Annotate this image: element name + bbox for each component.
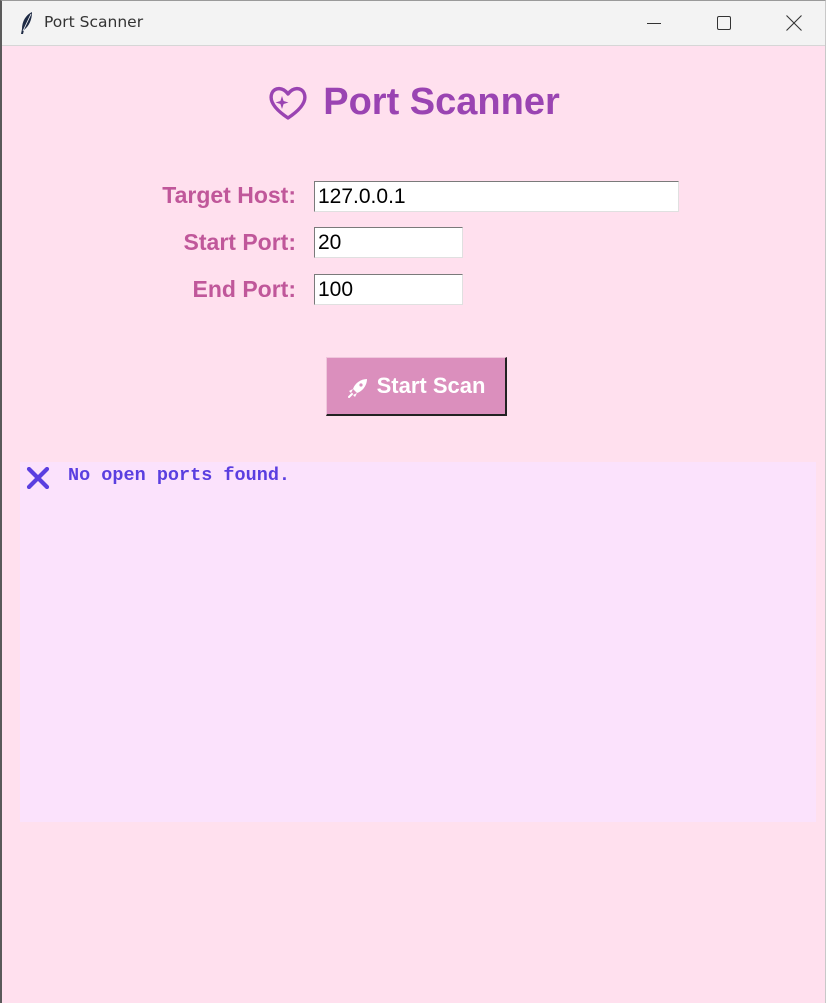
- close-button[interactable]: [760, 1, 825, 45]
- start-port-input[interactable]: [314, 227, 463, 258]
- target-host-label: Target Host:: [162, 182, 296, 208]
- rocket-icon: [347, 379, 367, 398]
- window-title: Port Scanner: [44, 13, 144, 31]
- close-icon: [786, 15, 802, 31]
- cross-mark-icon: [26, 467, 50, 489]
- feather-icon: [21, 12, 32, 34]
- heart-sparkle-icon: [269, 86, 307, 120]
- results-message: No open ports found.: [68, 465, 291, 486]
- results-output[interactable]: No open ports found.: [20, 462, 816, 822]
- start-scan-button[interactable]: Start Scan: [326, 357, 507, 416]
- maximize-button[interactable]: [690, 1, 758, 45]
- end-port-label: End Port:: [192, 276, 297, 302]
- minimize-button[interactable]: [620, 1, 688, 45]
- app-window: Port Scanner Port Scanner Target Host: S…: [0, 0, 826, 1003]
- end-port-input[interactable]: [314, 274, 463, 305]
- target-host-input[interactable]: [314, 181, 679, 212]
- page-title: Port Scanner: [323, 80, 560, 123]
- start-scan-label: Start Scan: [376, 373, 486, 398]
- title-bar[interactable]: Port Scanner: [2, 1, 825, 46]
- start-port-label: Start Port:: [183, 229, 296, 255]
- maximize-icon: [717, 16, 731, 30]
- app-header: Port Scanner: [2, 79, 825, 125]
- minimize-icon: [647, 23, 661, 24]
